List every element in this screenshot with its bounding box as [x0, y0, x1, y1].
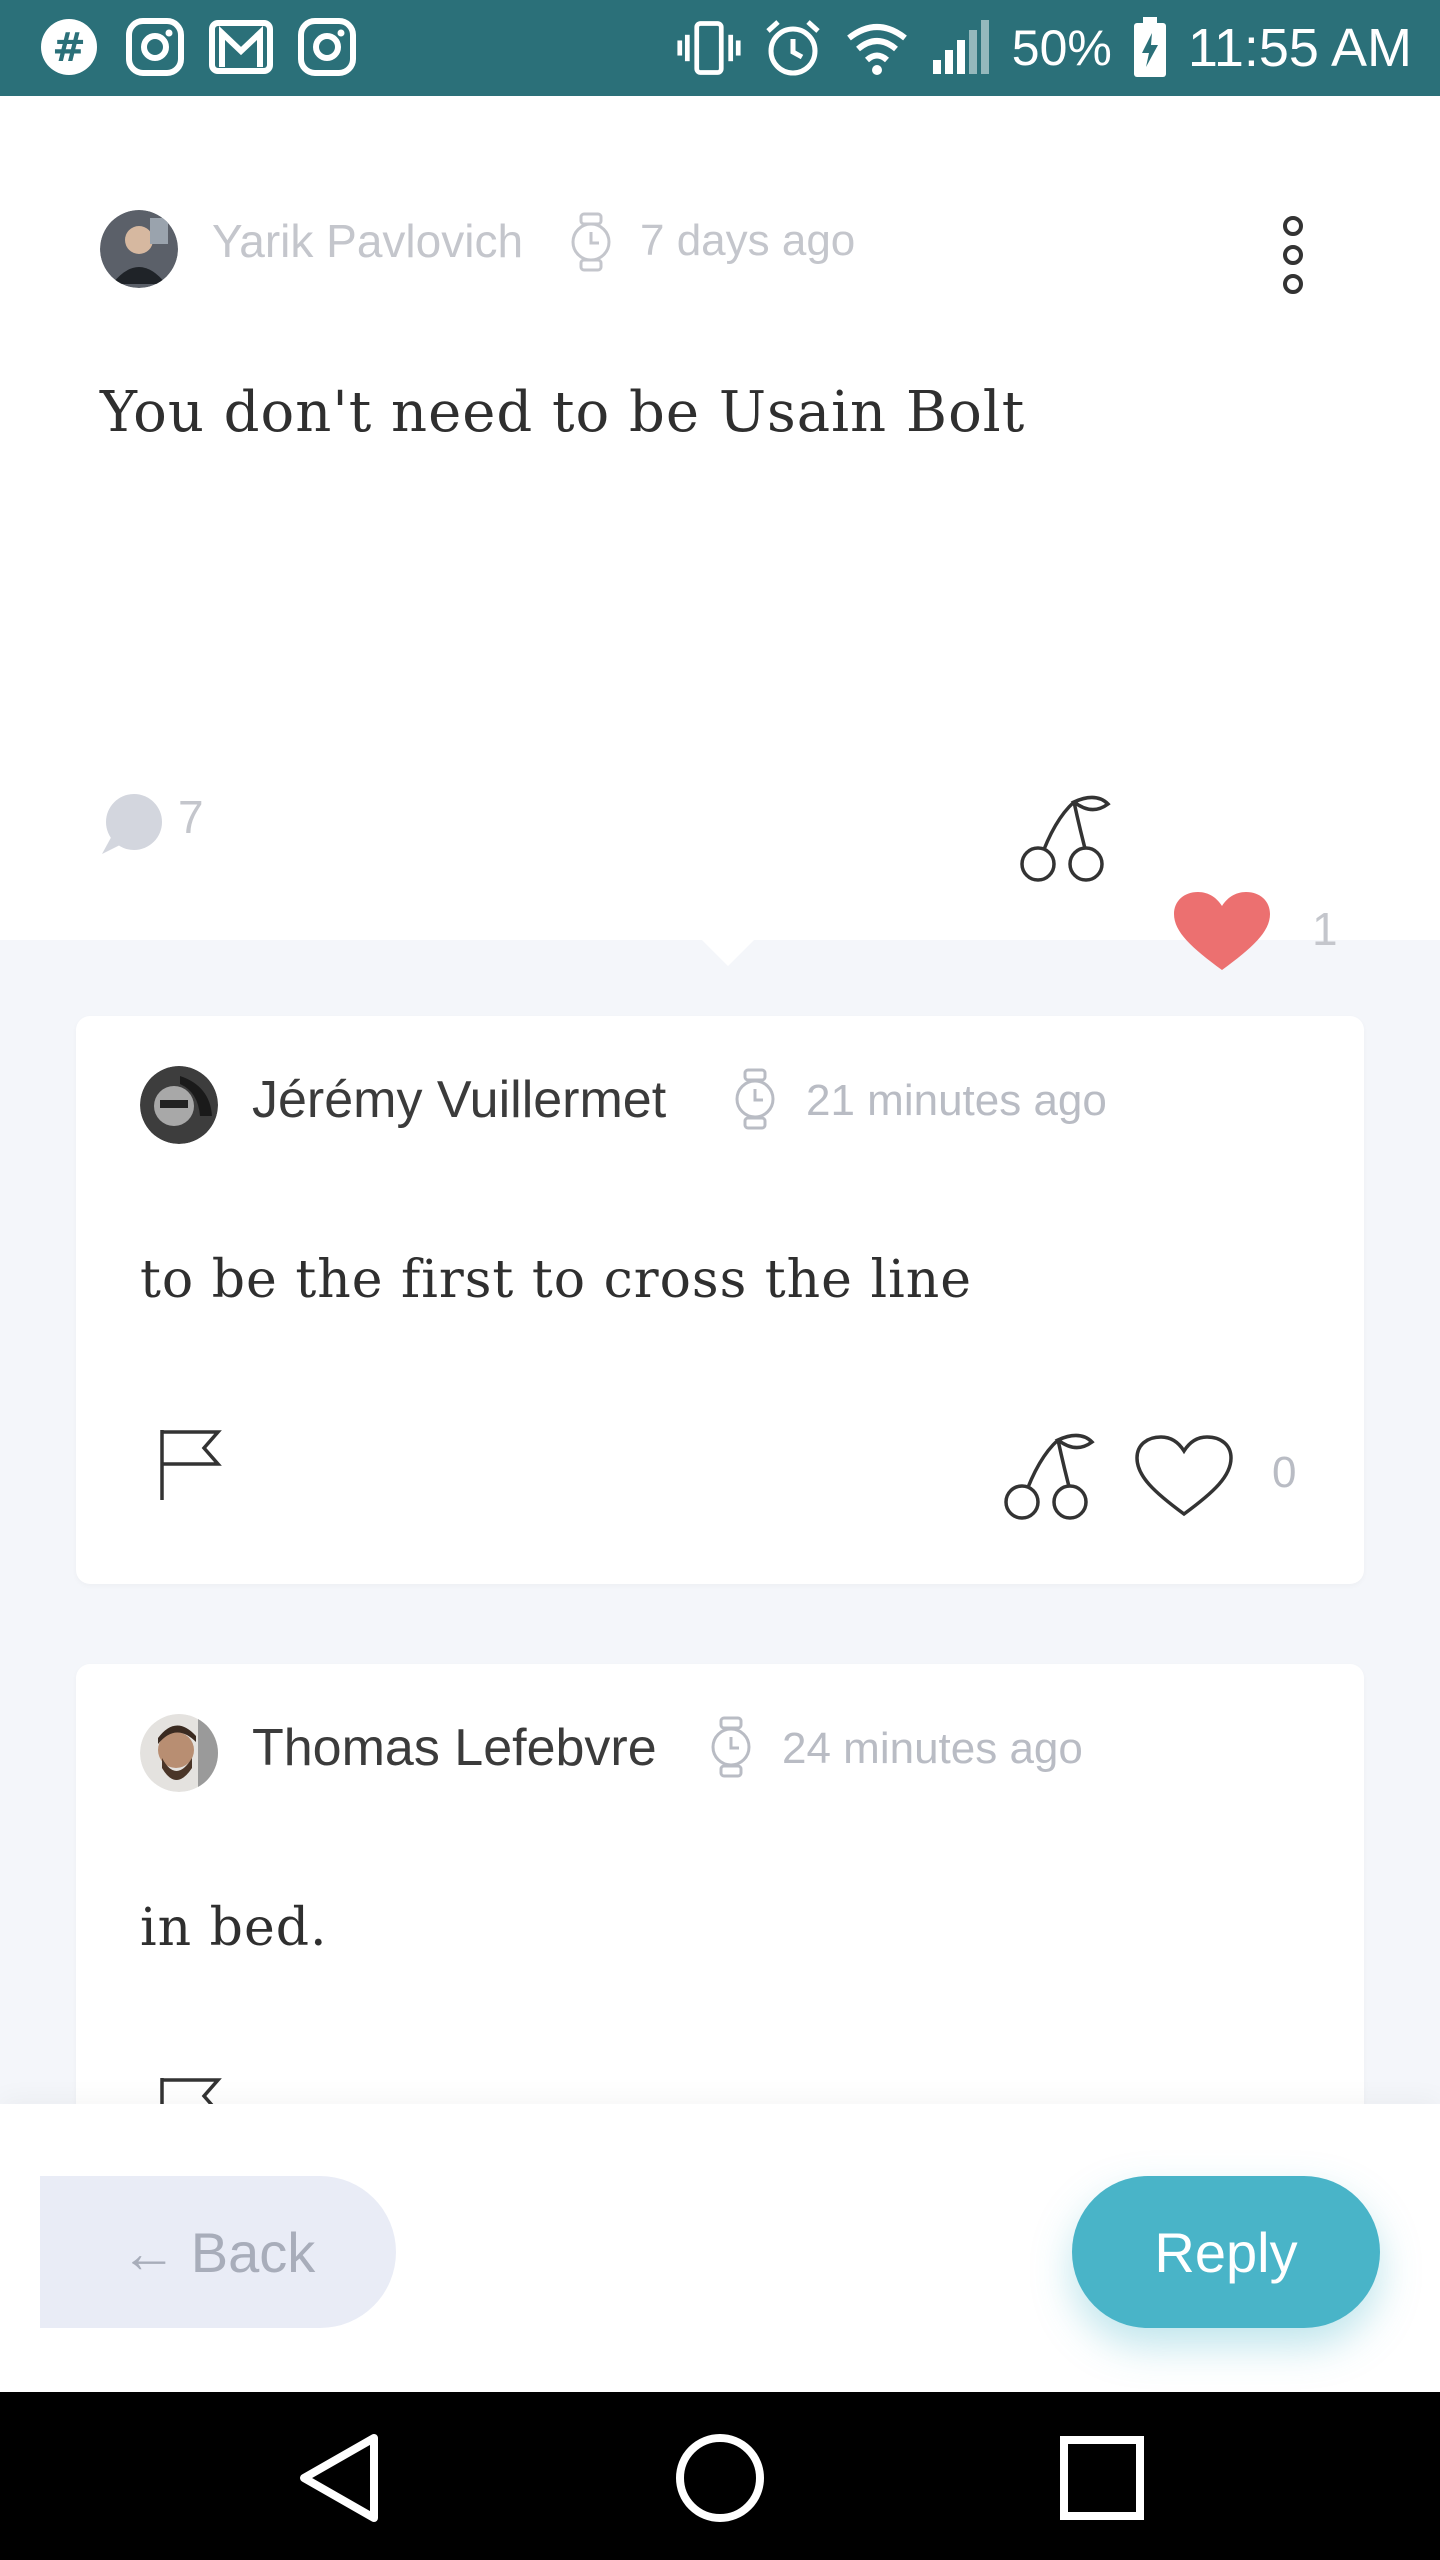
battery-charging-icon: [1130, 15, 1170, 81]
more-options-icon[interactable]: [1268, 214, 1318, 296]
comment-bubble-icon[interactable]: [100, 792, 164, 854]
battery-percent: 50%: [1011, 20, 1112, 76]
comment-count: 7: [178, 791, 204, 843]
watch-icon: [730, 1068, 780, 1130]
cherry-icon[interactable]: [1000, 1428, 1096, 1520]
comment-card: Thomas Lefebvre 24 minutes ago in bed.: [76, 1664, 1364, 2148]
avatar[interactable]: [140, 1714, 218, 1792]
heart-icon[interactable]: [1134, 1434, 1234, 1518]
clock-time: 11:55 AM: [1187, 18, 1412, 78]
svg-text:#: #: [52, 25, 86, 71]
back-button[interactable]: ← Back: [40, 2176, 396, 2328]
wifi-icon: [844, 15, 910, 81]
gmail-icon: [208, 14, 274, 80]
instagram-icon: [122, 14, 188, 80]
avatar[interactable]: [140, 1066, 218, 1144]
avatar[interactable]: [100, 210, 178, 288]
watch-icon: [706, 1716, 756, 1778]
comment-timestamp: 24 minutes ago: [782, 1724, 1083, 1773]
action-bar: ← Back Reply: [0, 2104, 1440, 2392]
post-pointer: [700, 938, 756, 966]
like-count: 0: [1272, 1448, 1297, 1497]
author-name[interactable]: Thomas Lefebvre: [252, 1718, 657, 1778]
post-text: You don't need to be Usain Bolt: [100, 380, 1026, 445]
system-indicators: 50% 11:55 AM: [676, 14, 1412, 82]
comment-text: in bed.: [140, 1898, 328, 1958]
comment-text: to be the first to cross the line: [140, 1250, 972, 1310]
back-button-label: Back: [190, 2220, 316, 2284]
alarm-icon: [760, 15, 826, 81]
author-name[interactable]: Yarik Pavlovich: [212, 214, 523, 268]
post-timestamp: 7 days ago: [640, 216, 856, 265]
post-card: Yarik Pavlovich 7 days ago You don't nee…: [0, 96, 1440, 970]
arrow-left-icon: ←: [120, 2220, 177, 2284]
slack-icon: #: [36, 14, 102, 80]
signal-icon: [928, 15, 994, 81]
author-name[interactable]: Jérémy Vuillermet: [252, 1070, 666, 1130]
watch-icon: [566, 212, 616, 272]
instagram-icon: [294, 14, 360, 80]
heart-icon[interactable]: [1172, 892, 1272, 972]
vibrate-icon: [676, 15, 742, 81]
notification-icons: #: [36, 14, 360, 80]
reply-button-label: Reply: [1154, 2220, 1298, 2284]
like-count: 1: [1312, 903, 1338, 955]
comment-card: Jérémy Vuillermet 21 minutes ago to be t…: [76, 1016, 1364, 1584]
status-bar: # 50% 11:55 AM: [0, 0, 1440, 96]
comment-timestamp: 21 minutes ago: [806, 1076, 1107, 1125]
back-triangle-icon[interactable]: [290, 2428, 390, 2528]
navigation-bar: [0, 2392, 1440, 2560]
recents-square-icon[interactable]: [1052, 2428, 1152, 2528]
reply-button[interactable]: Reply: [1072, 2176, 1380, 2328]
home-circle-icon[interactable]: [670, 2428, 770, 2528]
cherry-icon[interactable]: [1016, 790, 1112, 882]
flag-icon[interactable]: [156, 1426, 224, 1502]
